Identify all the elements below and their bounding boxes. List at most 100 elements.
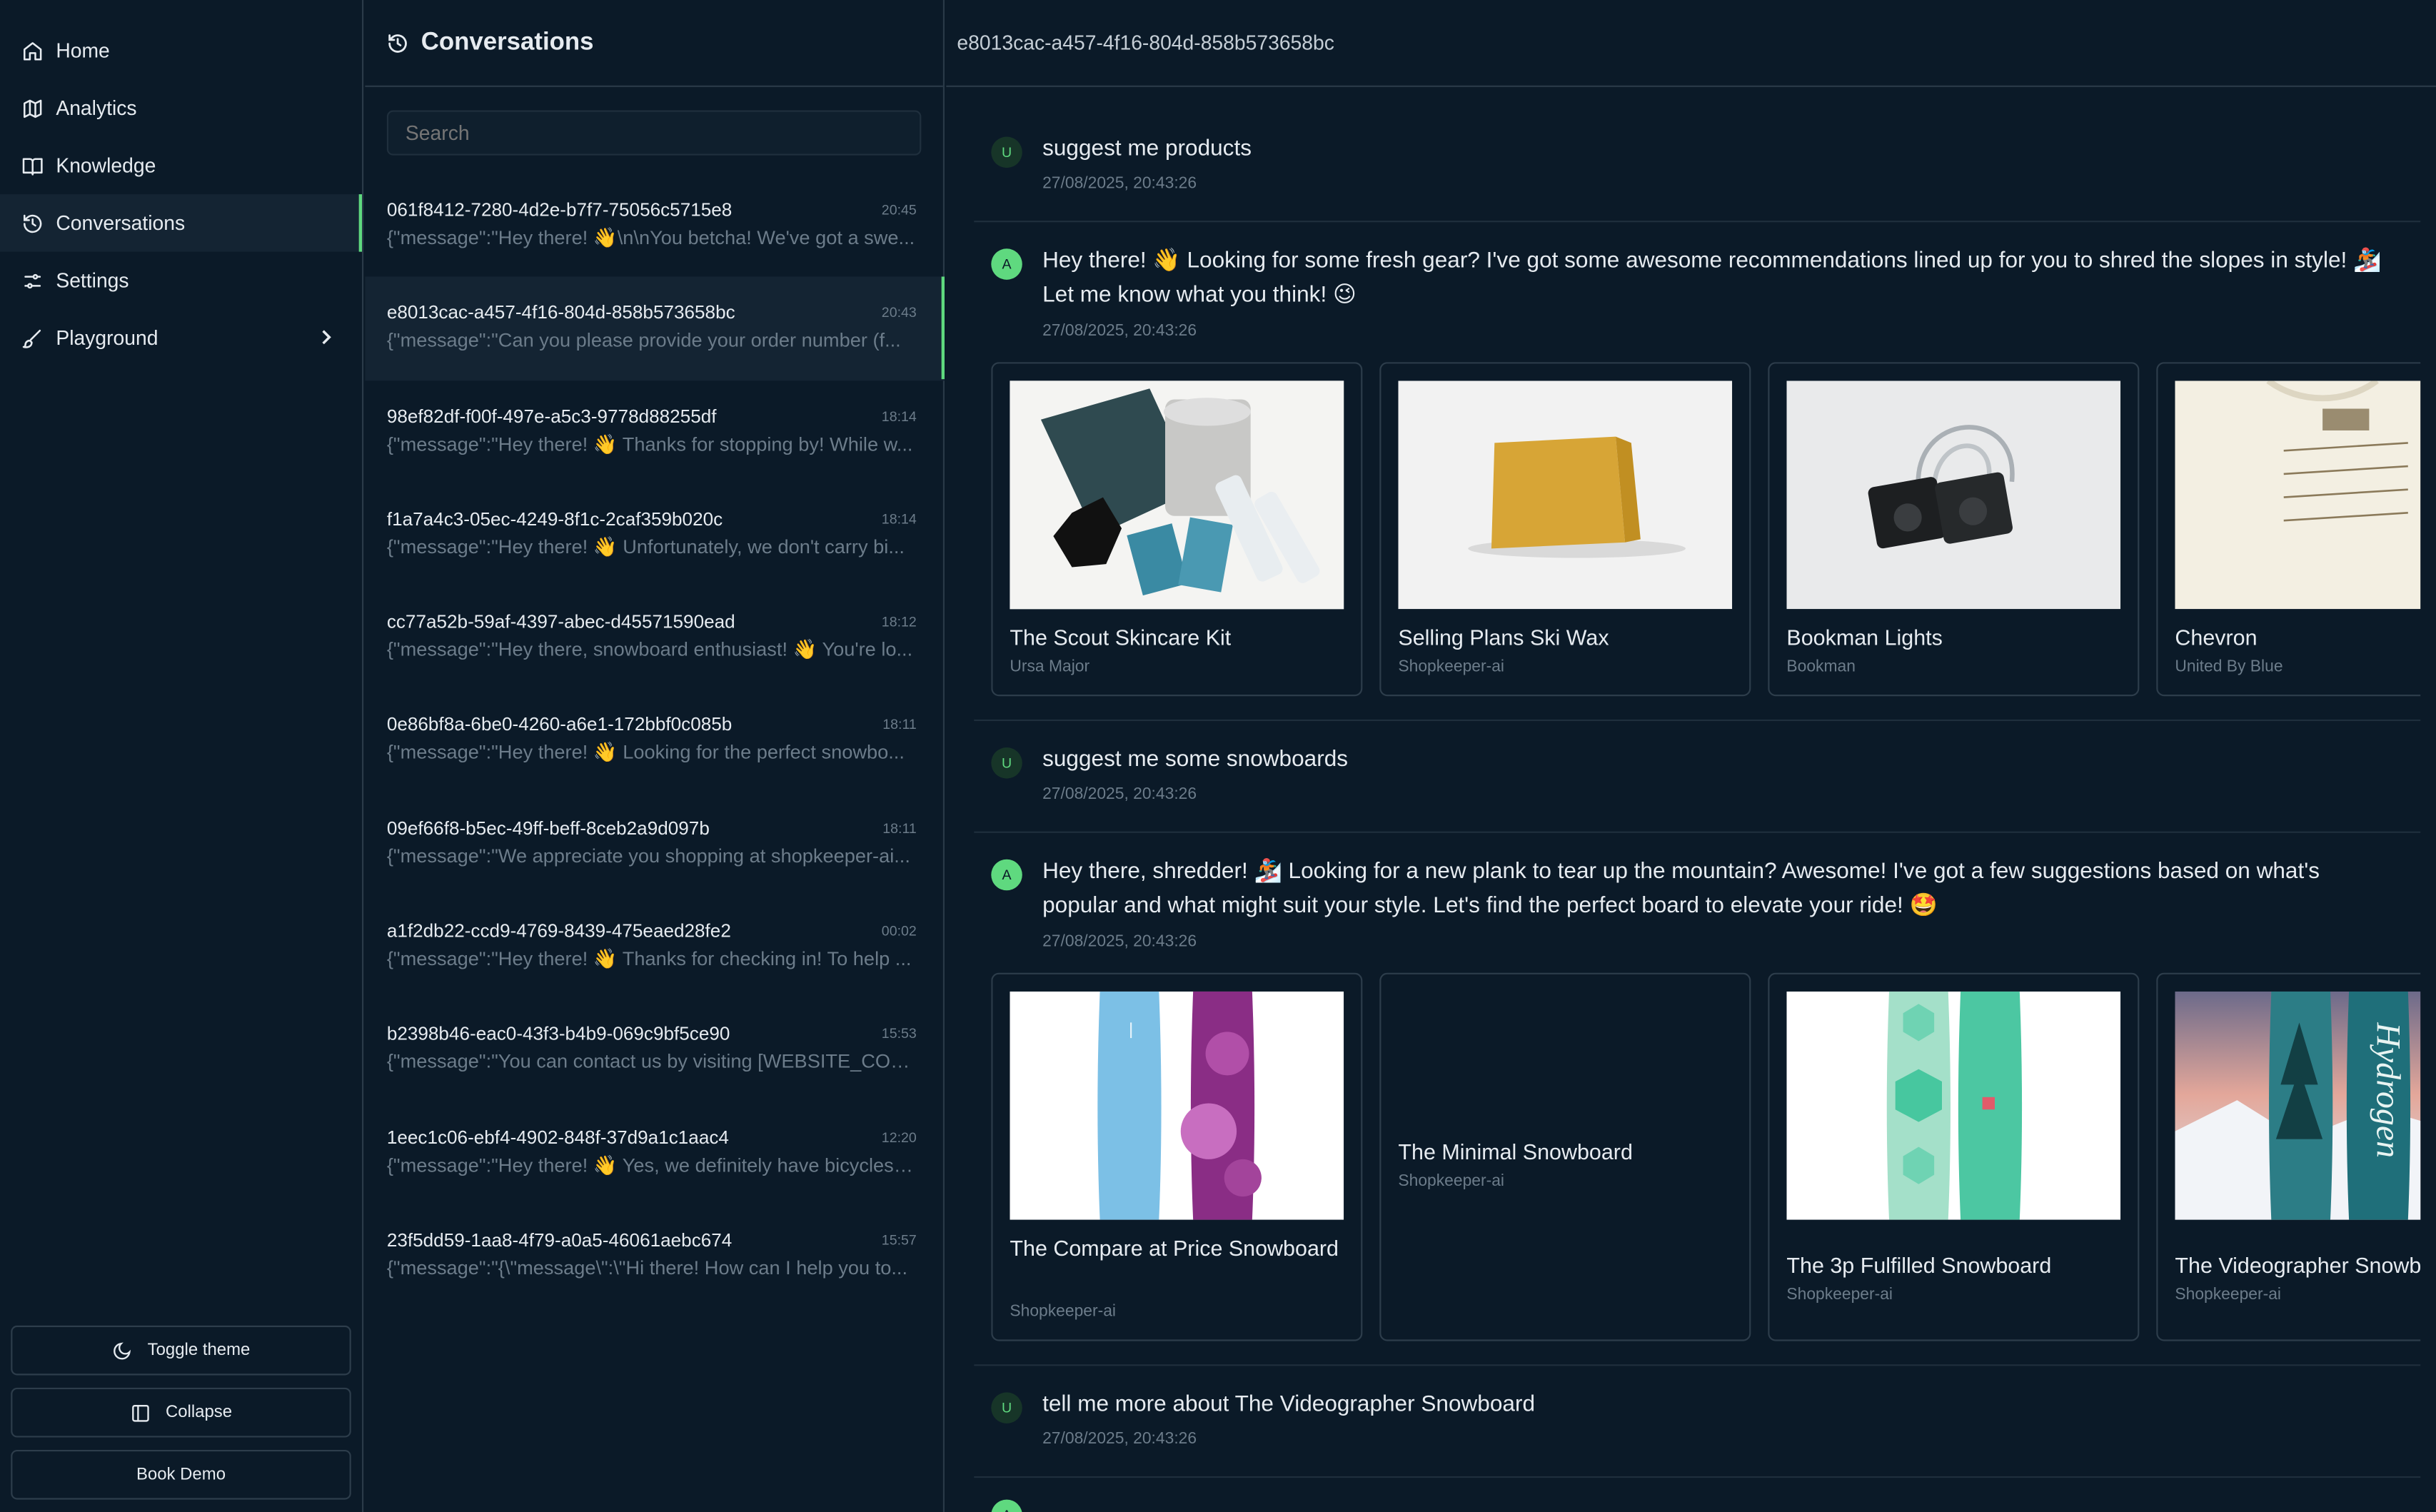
chat-panel: e8013cac-a457-4f16-804d-858b573658bc U s… (946, 0, 2436, 1512)
conversation-item[interactable]: f1a7a4c3-05ec-4249-8f1c-2caf359b020c 18:1… (365, 483, 945, 586)
sidebar-item-settings[interactable]: Settings (0, 252, 362, 310)
moon-icon (114, 1341, 131, 1359)
conversation-item[interactable]: cc77a52b-59af-4397-abec-d45571590ead 18:1… (365, 586, 945, 689)
product-card[interactable]: The Minimal Snowboard Shopkeeper-ai (1379, 972, 1751, 1341)
message-text: tell me more about The Videographer Snow… (1042, 1392, 1536, 1418)
conversation-time: 18:14 (881, 408, 917, 424)
product-card[interactable]: Selling Plans Ski Wax Shopkeeper-ai (1379, 362, 1751, 697)
divider (974, 719, 2421, 722)
divider (974, 221, 2421, 223)
sidebar-item-label: Home (56, 39, 110, 63)
conversation-preview: {"message":"Hey there! 👋 Looking for the… (386, 742, 905, 764)
message-text: Hey there, shredder! 🏂 Looking for a new… (1042, 859, 2320, 919)
conversation-item[interactable]: 1eec1c06-ebf4-4902-848f-37d9a1c1aac4 12:2… (365, 1102, 945, 1204)
product-card[interactable]: The 3p Fulfilled Snowboard Shopkeeper-ai (1768, 972, 2140, 1341)
sidebar-footer: Toggle theme Collapse Book Demo (11, 1313, 351, 1500)
user-avatar: U (991, 1392, 1022, 1423)
conversation-time: 15:53 (881, 1026, 917, 1042)
conversation-time: 00:02 (881, 923, 917, 939)
product-card[interactable]: The Scout Skincare Kit Ursa Major (991, 362, 1363, 697)
product-image: Hydrogen (2175, 991, 2421, 1220)
conversation-time: 15:57 (881, 1232, 917, 1248)
conversation-id: 98ef82df-f00f-497e-a5c3-9778d88255df (386, 405, 717, 427)
assistant-avatar: A (991, 248, 1022, 280)
conversation-preview: {"message":"{\"message\":\"Hi there! How… (386, 1256, 908, 1279)
sidebar: Home Analytics Knowledge Conversations S… (0, 0, 364, 1512)
book-demo-label: Book Demo (136, 1465, 226, 1484)
conversation-id: 1eec1c06-ebf4-4902-848f-37d9a1c1aac4 (386, 1126, 729, 1148)
conversation-list: 061f8412-7280-4d2e-b7f7-75056c5715e8 20:4… (365, 174, 945, 1307)
sidebar-item-label: Conversations (56, 211, 186, 235)
chevron-right-icon[interactable] (318, 328, 334, 346)
message-text: Hey there! 👋 Looking for some fresh gear… (1042, 248, 2382, 308)
product-title: The Videographer Snowboard (2175, 1252, 2421, 1278)
conversation-id: 09ef66f8-b5ec-49ff-beff-8ceb2a9d097b (386, 817, 710, 839)
sidebar-nav: Home Analytics Knowledge Conversations S… (0, 21, 363, 367)
product-title: The Scout Skincare Kit (1010, 625, 1232, 650)
conversation-id: 0e86bf8a-6be0-4260-a6e1-172bbf0c085b (386, 714, 733, 736)
product-image (2175, 380, 2421, 610)
conversation-item[interactable]: e8013cac-a457-4f16-804d-858b573658bc 20:4… (365, 277, 945, 380)
sidebar-item-label: Playground (56, 326, 158, 350)
product-title: The Minimal Snowboard (1398, 1139, 1633, 1164)
conversation-time: 18:14 (881, 510, 917, 527)
conversations-panel: Conversations 061f8412-7280-4d2e-b7f7-75… (365, 0, 945, 1512)
product-card[interactable]: Hydrogen The Videographer Snowboard Shop… (2156, 972, 2421, 1341)
sidebar-item-label: Analytics (56, 96, 137, 120)
product-card[interactable]: Bookman Lights Bookman (1768, 362, 2140, 697)
conversation-preview: {"message":"You can contact us by visiti… (386, 1051, 919, 1073)
divider (974, 1476, 2421, 1478)
sidebar-item-playground[interactable]: Playground (0, 309, 362, 367)
conversation-preview: {"message":"Hey there! 👋\n\nYou betcha! … (386, 226, 915, 249)
message-time: 27/08/2025, 20:43:26 (1042, 321, 1197, 341)
search-input[interactable] (386, 110, 922, 156)
toggle-theme-button[interactable]: Toggle theme (11, 1325, 351, 1376)
product-card[interactable]: Chevron United By Blue (2156, 362, 2421, 697)
assistant-avatar: A (991, 859, 1022, 891)
conversation-item[interactable]: 23f5dd59-1aa8-4f79-a0a5-46061aebc674 15:5… (365, 1204, 945, 1307)
conversation-preview: {"message":"Can you please provide your … (386, 330, 901, 352)
message-text: suggest me some snowboards (1042, 747, 1349, 772)
conversation-id: cc77a52b-59af-4397-abec-d45571590ead (386, 610, 735, 633)
conversations-header: Conversations (365, 0, 943, 87)
message-time: 27/08/2025, 20:43:26 (1042, 173, 1197, 193)
conversation-id: e8013cac-a457-4f16-804d-858b573658bc (386, 301, 735, 324)
product-image (1398, 380, 1733, 610)
product-card[interactable]: The Compare at Price Snowboard Shopkeepe… (991, 972, 1363, 1341)
message-time: 27/08/2025, 20:43:26 (1042, 932, 1197, 952)
conversation-time: 12:20 (881, 1129, 917, 1145)
book-demo-button[interactable]: Book Demo (11, 1449, 351, 1500)
collapse-button[interactable]: Collapse (11, 1387, 351, 1438)
sidebar-item-label: Knowledge (56, 153, 156, 178)
sidebar-item-analytics[interactable]: Analytics (0, 79, 362, 137)
sidebar-item-knowledge[interactable]: Knowledge (0, 137, 362, 195)
history-icon (21, 212, 43, 233)
product-brand: Shopkeeper-ai (1010, 1302, 1117, 1321)
sidebar-item-conversations[interactable]: Conversations (0, 194, 363, 252)
product-brand: Shopkeeper-ai (2175, 1285, 2282, 1304)
conversation-id: 23f5dd59-1aa8-4f79-a0a5-46061aebc674 (386, 1229, 733, 1251)
toggle-theme-label: Toggle theme (147, 1341, 251, 1360)
conversation-item[interactable]: 0e86bf8a-6be0-4260-a6e1-172bbf0c085b 18:1… (365, 689, 945, 792)
product-image (1786, 991, 2121, 1220)
svg-text:Hydrogen: Hydrogen (2369, 1022, 2407, 1158)
product-title: Chevron (2175, 625, 2258, 650)
message-time: 27/08/2025, 20:43:26 (1042, 1429, 1197, 1448)
conversation-item[interactable]: 061f8412-7280-4d2e-b7f7-75056c5715e8 20:4… (365, 174, 945, 277)
conversation-time: 18:11 (882, 717, 917, 733)
conversation-id: b2398b46-eac0-43f3-b4b9-069c9bf5ce90 (386, 1023, 730, 1045)
product-brand: Shopkeeper-ai (1398, 657, 1505, 676)
product-carousel: The Compare at Price Snowboard Shopkeepe… (991, 972, 2421, 1343)
conversation-item[interactable]: 98ef82df-f00f-497e-a5c3-9778d88255df 18:1… (365, 380, 945, 483)
product-title: The 3p Fulfilled Snowboard (1786, 1252, 2052, 1278)
conversation-time: 18:11 (882, 820, 917, 836)
sidebar-item-home[interactable]: Home (0, 21, 362, 79)
conversation-item[interactable]: b2398b46-eac0-43f3-b4b9-069c9bf5ce90 15:5… (365, 998, 945, 1101)
divider (974, 831, 2421, 833)
conversation-item[interactable]: a1f2db22-ccd9-4769-8439-475eaed28fe2 00:0… (365, 895, 945, 998)
product-brand: Ursa Major (1010, 657, 1090, 676)
product-brand: Shopkeeper-ai (1398, 1171, 1505, 1191)
conversation-item[interactable]: 09ef66f8-b5ec-49ff-beff-8ceb2a9d097b 18:1… (365, 792, 945, 895)
user-avatar: U (991, 747, 1022, 779)
assistant-avatar: A (991, 1499, 1022, 1512)
